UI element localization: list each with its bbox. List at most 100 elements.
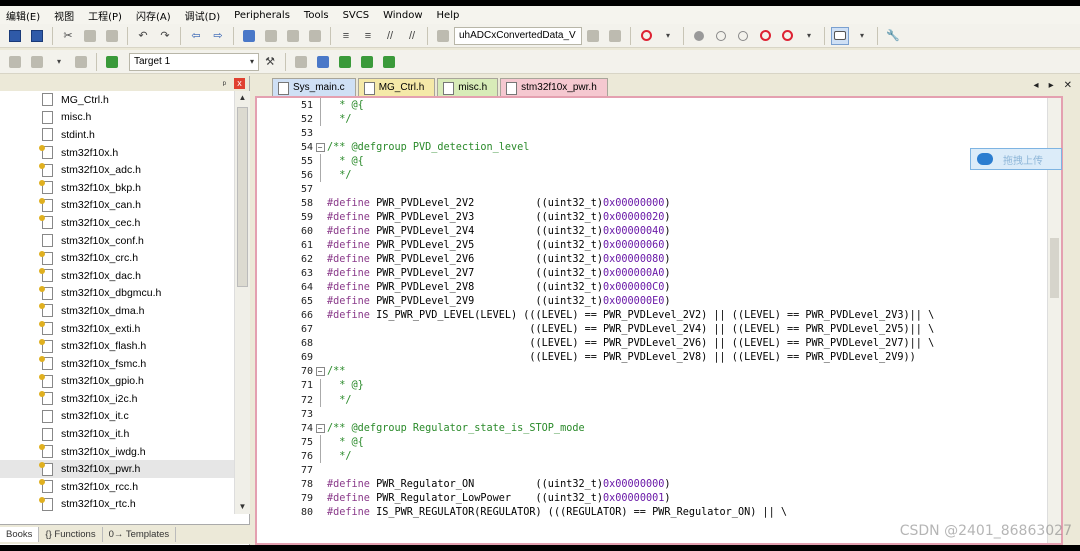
paste-icon[interactable]	[103, 27, 121, 45]
tab-scroll-right-icon[interactable]: ▸	[1049, 80, 1054, 91]
tree-file-item[interactable]: stdint.h	[0, 126, 234, 144]
chevron-down-icon[interactable]: ▾	[659, 27, 677, 45]
menu-item[interactable]: Peripherals	[234, 10, 290, 21]
tree-file-item[interactable]: stm32f10x_it.c	[0, 408, 234, 426]
wrench-icon[interactable]: 🔧	[884, 27, 902, 45]
run-time-environment-icon[interactable]	[380, 53, 398, 71]
redo-icon[interactable]: ↷	[156, 27, 174, 45]
project-panel-tab[interactable]: {} Functions	[39, 527, 103, 542]
menu-item[interactable]: 编辑(E)	[6, 8, 40, 23]
menu-item[interactable]: 工程(P)	[88, 8, 122, 23]
bookmark-prev-icon[interactable]	[262, 27, 280, 45]
tree-file-item[interactable]: MG_Ctrl.h	[0, 91, 234, 109]
download-icon[interactable]	[103, 53, 121, 71]
copy-icon[interactable]	[81, 27, 99, 45]
breakpoint-disable-icon[interactable]	[734, 27, 752, 45]
window-layout-icon[interactable]	[831, 26, 849, 45]
tree-file-item[interactable]: stm32f10x.h	[0, 144, 234, 162]
scroll-down-icon[interactable]: ▼	[235, 500, 250, 514]
close-icon[interactable]: x	[234, 78, 245, 89]
tree-file-item[interactable]: stm32f10x_pwr.h	[0, 460, 234, 479]
scroll-thumb[interactable]	[237, 107, 248, 287]
save-all-icon[interactable]	[28, 27, 46, 45]
breakpoint-kill-icon[interactable]	[756, 27, 774, 45]
bookmark-icon[interactable]	[240, 27, 258, 45]
tree-file-item[interactable]: stm32f10x_flash.h	[0, 337, 234, 355]
menu-item[interactable]: 闪存(A)	[136, 8, 171, 23]
scroll-thumb[interactable]	[1050, 238, 1059, 298]
tree-file-item[interactable]: stm32f10x_dma.h	[0, 302, 234, 320]
fold-collapse-icon[interactable]: −	[315, 423, 325, 433]
fold-gutter[interactable]: −	[313, 142, 327, 152]
tree-file-item[interactable]: stm32f10x_it.h	[0, 425, 234, 443]
tree-file-item[interactable]: stm32f10x_dac.h	[0, 267, 234, 285]
replace-icon[interactable]	[606, 27, 624, 45]
fold-gutter[interactable]: −	[313, 367, 327, 377]
search-icon[interactable]	[637, 27, 655, 45]
debug-start-icon[interactable]	[690, 27, 708, 45]
menu-item[interactable]: Help	[437, 10, 460, 21]
menu-item[interactable]: Window	[383, 10, 422, 21]
pin-icon[interactable]: ᵖ	[223, 79, 226, 89]
editor-tab[interactable]: misc.h	[437, 78, 499, 96]
rebuild-icon[interactable]	[72, 53, 90, 71]
breakpoint-kill-all-icon[interactable]	[778, 27, 796, 45]
menu-item[interactable]: 调试(D)	[185, 8, 221, 23]
file-extensions-icon[interactable]	[314, 53, 332, 71]
project-panel-tab[interactable]: 0→ Templates	[103, 527, 177, 542]
project-panel-tab[interactable]: Books	[0, 527, 40, 542]
target-combo[interactable]: Target 1 ▾	[129, 52, 259, 71]
menu-item[interactable]: Tools	[304, 10, 329, 21]
tree-file-item[interactable]: stm32f10x_gpio.h	[0, 373, 234, 391]
function-combo[interactable]: uhADCxConvertedData_V	[454, 26, 582, 45]
nav-back-icon[interactable]: ⇦	[187, 27, 205, 45]
target-options-icon[interactable]: ⚒	[261, 53, 279, 71]
code-editor[interactable]: 51 * @{52 */53 54−/** @defgroup PVD_detec…	[255, 96, 1063, 545]
fold-collapse-icon[interactable]: −	[315, 142, 325, 152]
tree-file-item[interactable]: misc.h	[0, 109, 234, 127]
menu-item[interactable]: 视图	[54, 8, 74, 23]
find-icon[interactable]	[584, 27, 602, 45]
find-in-files-icon[interactable]	[434, 27, 452, 45]
tree-file-item[interactable]: stm32f10x_cec.h	[0, 214, 234, 232]
scroll-up-icon[interactable]: ▲	[235, 91, 250, 105]
chevron-down-icon[interactable]: ▾	[853, 27, 871, 45]
chevron-down-icon[interactable]: ▾	[800, 27, 818, 45]
tree-file-item[interactable]: stm32f10x_can.h	[0, 197, 234, 215]
chevron-down-icon[interactable]: ▾	[50, 53, 68, 71]
tree-file-item[interactable]: stm32f10x_rtc.h	[0, 496, 234, 514]
nav-forward-icon[interactable]: ⇨	[209, 27, 227, 45]
uncomment-icon[interactable]: //	[403, 27, 421, 45]
tree-file-item[interactable]: stm32f10x_iwdg.h	[0, 443, 234, 461]
tree-file-item[interactable]: stm32f10x_fsmc.h	[0, 355, 234, 373]
editor-tab[interactable]: stm32f10x_pwr.h	[500, 78, 608, 96]
fold-gutter[interactable]: −	[313, 423, 327, 433]
editor-tab[interactable]: MG_Ctrl.h	[357, 78, 436, 96]
tree-file-item[interactable]: stm32f10x_conf.h	[0, 232, 234, 250]
bookmark-next-icon[interactable]	[284, 27, 302, 45]
editor-tab[interactable]: Sys_main.c	[272, 78, 356, 96]
tree-file-item[interactable]: stm32f10x_bkp.h	[0, 179, 234, 197]
unindent-icon[interactable]: ≡	[359, 27, 377, 45]
bookmark-clear-icon[interactable]	[306, 27, 324, 45]
drag-upload-button[interactable]: 拖拽上传	[970, 148, 1062, 170]
tree-file-item[interactable]: stm32f10x_rcc.h	[0, 478, 234, 496]
select-software-packs-icon[interactable]	[358, 53, 376, 71]
translate-icon[interactable]	[6, 53, 24, 71]
build-icon[interactable]	[28, 53, 46, 71]
indent-icon[interactable]: ≡	[337, 27, 355, 45]
tree-file-item[interactable]: stm32f10x_dbgmcu.h	[0, 285, 234, 303]
tree-file-item[interactable]: stm32f10x_i2c.h	[0, 390, 234, 408]
fold-collapse-icon[interactable]: −	[315, 367, 325, 377]
tree-file-item[interactable]: stm32f10x_exti.h	[0, 320, 234, 338]
project-tree-scrollbar[interactable]: ▲ ▼	[234, 91, 250, 514]
tab-scroll-left-icon[interactable]: ◂	[1034, 80, 1039, 91]
menu-item[interactable]: SVCS	[343, 10, 370, 21]
comment-icon[interactable]: //	[381, 27, 399, 45]
cut-icon[interactable]: ✂	[59, 27, 77, 45]
pack-installer-icon[interactable]	[336, 53, 354, 71]
undo-icon[interactable]: ↶	[134, 27, 152, 45]
save-icon[interactable]	[6, 27, 24, 45]
tree-file-item[interactable]: stm32f10x_crc.h	[0, 249, 234, 267]
close-tab-icon[interactable]: ✕	[1064, 80, 1072, 91]
